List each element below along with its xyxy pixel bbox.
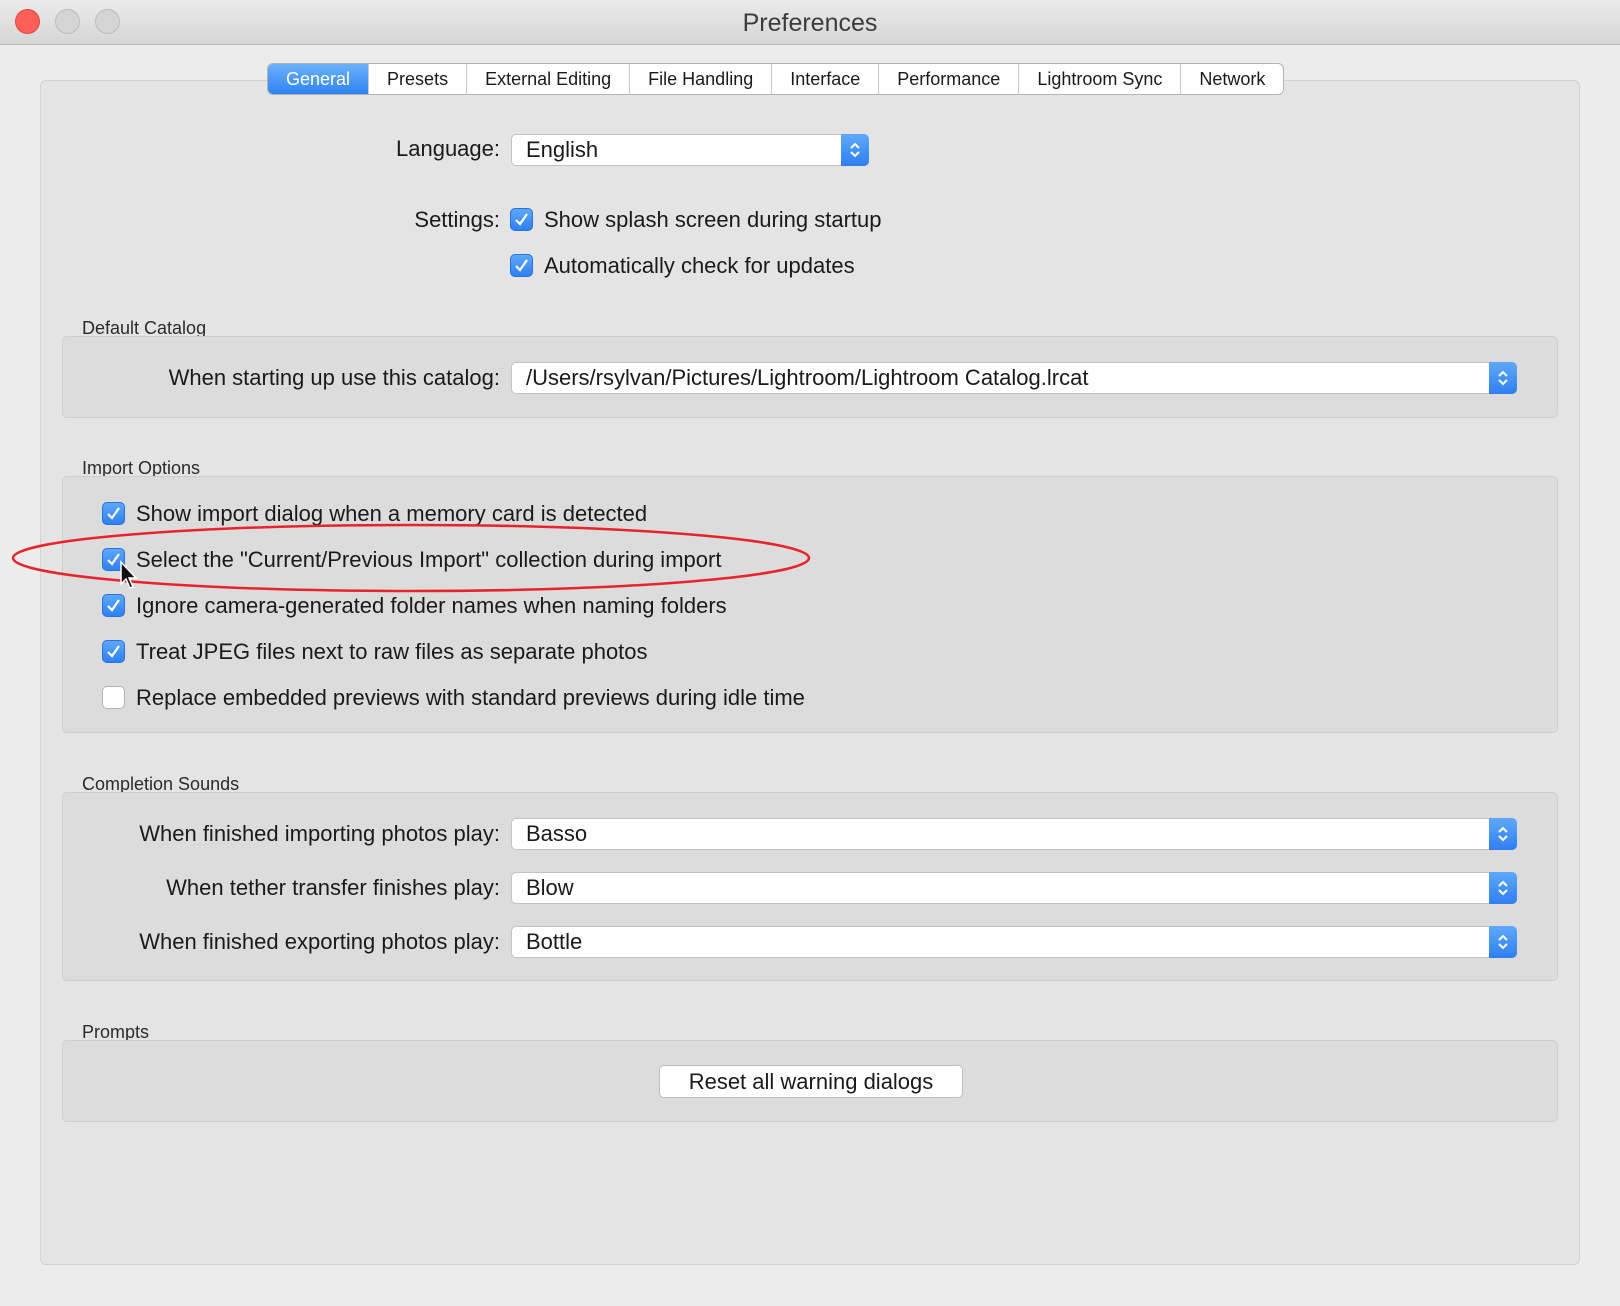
updown-arrows-icon	[1489, 926, 1517, 958]
tether-sound-value: Blow	[526, 875, 574, 900]
checkmark-icon	[107, 599, 120, 612]
language-select[interactable]: English	[511, 134, 869, 166]
import-sound-label: When finished importing photos play:	[139, 821, 500, 846]
treat-jpeg-label: Treat JPEG files next to raw files as se…	[136, 639, 648, 664]
updown-arrows-icon	[1489, 872, 1517, 904]
catalog-select[interactable]: /Users/rsylvan/Pictures/Lightroom/Lightr…	[511, 362, 1517, 394]
reset-warning-dialogs-button[interactable]: Reset all warning dialogs	[659, 1065, 963, 1098]
updown-arrows-icon	[1489, 362, 1517, 394]
checkmark-icon	[515, 213, 528, 226]
export-sound-label: When finished exporting photos play:	[139, 929, 500, 954]
updown-arrows-icon	[841, 134, 869, 166]
language-value: English	[526, 137, 599, 162]
catalog-value: /Users/rsylvan/Pictures/Lightroom/Lightr…	[526, 365, 1089, 390]
checkmark-icon	[515, 259, 528, 272]
check-updates-label: Automatically check for updates	[544, 253, 855, 278]
checkmark-icon	[107, 645, 120, 658]
splash-screen-label: Show splash screen during startup	[544, 207, 882, 232]
tab-presets[interactable]: Presets	[369, 64, 468, 94]
replace-previews-label: Replace embedded previews with standard …	[136, 685, 805, 710]
tab-interface[interactable]: Interface	[772, 64, 880, 94]
tether-sound-select[interactable]: Blow	[511, 872, 1517, 904]
tether-sound-label: When tether transfer finishes play:	[166, 875, 500, 900]
tab-external-editing[interactable]: External Editing	[467, 64, 631, 94]
tab-bar: General Presets External Editing File Ha…	[267, 63, 1285, 95]
title-bar: Preferences	[0, 0, 1620, 45]
replace-previews-checkbox[interactable]	[102, 686, 125, 709]
export-sound-select[interactable]: Bottle	[511, 926, 1517, 958]
tab-general[interactable]: General	[268, 64, 370, 94]
settings-label: Settings:	[414, 207, 500, 232]
mouse-cursor-icon	[120, 560, 138, 589]
catalog-label: When starting up use this catalog:	[168, 365, 500, 390]
treat-jpeg-checkbox[interactable]	[102, 640, 125, 663]
check-updates-checkbox[interactable]	[510, 254, 533, 277]
import-sound-value: Basso	[526, 821, 588, 846]
splash-screen-checkbox[interactable]	[510, 208, 533, 231]
tab-performance[interactable]: Performance	[879, 64, 1020, 94]
import-sound-select[interactable]: Basso	[511, 818, 1517, 850]
export-sound-value: Bottle	[526, 929, 583, 954]
tab-lightroom-sync[interactable]: Lightroom Sync	[1019, 64, 1182, 94]
language-label: Language:	[396, 136, 500, 161]
window-title: Preferences	[742, 9, 878, 37]
updown-arrows-icon	[1489, 818, 1517, 850]
tab-file-handling[interactable]: File Handling	[630, 64, 773, 94]
tab-network[interactable]: Network	[1181, 64, 1283, 94]
